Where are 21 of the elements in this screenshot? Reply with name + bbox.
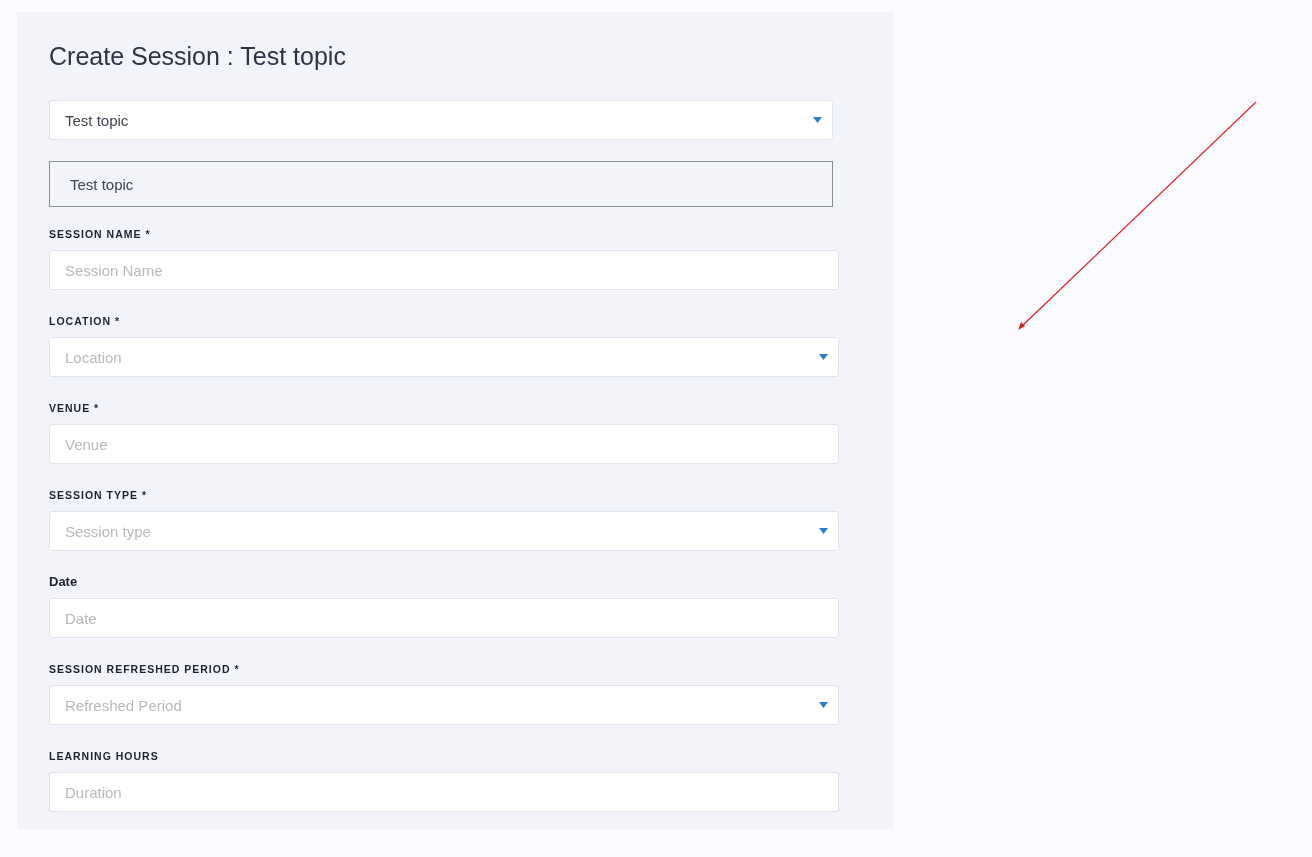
field-label: SESSION NAME *: [49, 227, 152, 241]
select-field[interactable]: Session type: [49, 511, 839, 551]
field-label: LOCATION *: [49, 314, 122, 328]
caret-icon: [819, 702, 828, 708]
field-label: SESSION TYPE *: [49, 488, 149, 502]
field-label: LEARNING HOURS: [49, 749, 160, 763]
caret-icon: [813, 117, 822, 123]
field-label: SESSION REFRESHED PERIOD *: [49, 662, 241, 676]
select-field[interactable]: Location: [49, 337, 839, 377]
field-label: Date: [49, 575, 79, 589]
topic-select[interactable]: Test topic: [49, 100, 833, 140]
input-field[interactable]: Session Name: [49, 250, 839, 290]
input-field[interactable]: Duration: [49, 772, 839, 812]
page-title: Create Session : Test topic: [49, 41, 347, 72]
topic-name-box: Test topic: [49, 161, 833, 207]
caret-icon: [819, 528, 828, 534]
select-field[interactable]: Refreshed Period: [49, 685, 839, 725]
input-field[interactable]: Date: [49, 598, 839, 638]
input-field[interactable]: Venue: [49, 424, 839, 464]
caret-icon: [819, 354, 828, 360]
field-label: VENUE *: [49, 401, 101, 415]
